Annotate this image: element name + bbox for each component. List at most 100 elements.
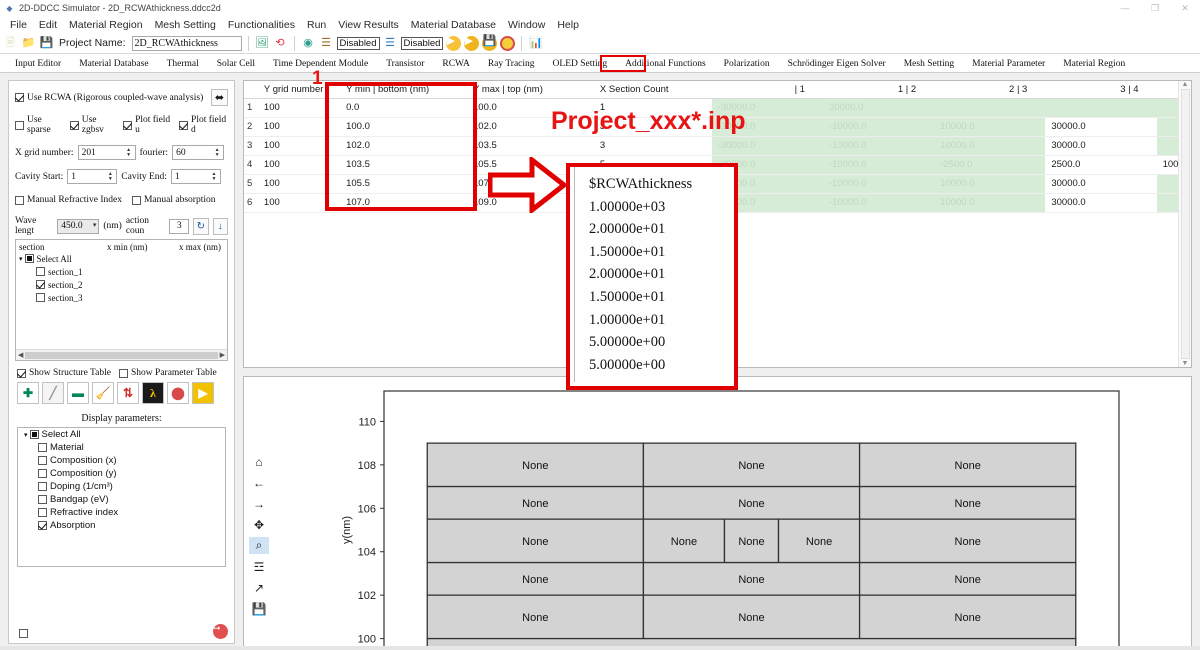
cavity-end-spinner[interactable]: ▲ ▼ <box>209 170 219 183</box>
tab-material-region[interactable]: Material Region <box>1054 57 1134 72</box>
table-cell[interactable]: 103.5 <box>343 155 471 175</box>
table-cell[interactable]: -30000.0 <box>711 117 823 137</box>
structure-icon[interactable]: ☰ <box>319 36 334 51</box>
table-cell[interactable]: 102.0 <box>343 136 471 156</box>
section-select-all-checkbox[interactable] <box>24 254 34 263</box>
home-button[interactable]: ⌂ <box>249 453 269 470</box>
run-icon[interactable]: ▶ <box>446 35 462 51</box>
tab-additional-functions[interactable]: Additional Functions <box>616 57 715 72</box>
stop-icon[interactable] <box>500 35 516 51</box>
table-row[interactable]: 2 100 100.0 102.0 3 -30000.0 -10000.0 10000.0 30… <box>244 117 1191 137</box>
table-cell[interactable]: 105.5 <box>343 174 471 194</box>
table-cell[interactable]: 30000.0 <box>1045 174 1157 194</box>
display-param-checkbox[interactable] <box>38 508 47 517</box>
x-grid-input[interactable]: 201 ▲ ▼ <box>77 145 136 160</box>
section-tree-item[interactable]: section_3 <box>16 291 227 304</box>
show-structure-table-checkbox[interactable] <box>17 368 26 378</box>
table-cell[interactable]: 100 <box>260 136 344 156</box>
table-header-cell[interactable]: 3 | 4 <box>1045 81 1157 99</box>
table-cell[interactable]: 100 <box>260 174 344 194</box>
close-icon[interactable]: ✕ <box>1170 0 1200 16</box>
refresh-icon[interactable]: ⟲ <box>273 36 288 51</box>
tab-ray-tracing[interactable]: Ray Tracing <box>479 57 544 72</box>
menu-item-mesh-setting[interactable]: Mesh Setting <box>149 19 222 31</box>
save-figure-button[interactable]: 💾 <box>249 600 269 617</box>
table-cell[interactable]: 30000.0 <box>822 98 935 118</box>
action-count-input[interactable]: 3 <box>169 218 190 234</box>
table-cell[interactable]: -10000.0 <box>822 155 935 175</box>
expand-collapse-icon[interactable]: ⬌ <box>211 89 228 106</box>
table-cell[interactable]: 0.0 <box>343 98 471 118</box>
edit-curves-button[interactable]: ↗ <box>249 579 269 596</box>
menu-item-material-database[interactable]: Material Database <box>405 19 502 31</box>
tab-oled-setting[interactable]: OLED Setting <box>544 57 617 72</box>
table-header-cell[interactable]: X Section Count <box>596 81 712 99</box>
tab-material-database[interactable]: Material Database <box>70 57 157 72</box>
section-tree-hscrollbar[interactable]: ◀ ▶ <box>16 349 227 360</box>
lambda-button[interactable]: λ <box>142 382 164 404</box>
plot-canvas[interactable]: None None None None None None None None None None… <box>274 379 1174 650</box>
use-sparse-checkbox[interactable] <box>15 120 24 130</box>
menu-item-run[interactable]: Run <box>301 19 332 31</box>
chevron-down-icon[interactable]: ▾ <box>24 431 28 439</box>
display-param-checkbox[interactable] <box>38 482 47 491</box>
menu-item-material-region[interactable]: Material Region <box>63 19 149 31</box>
table-row[interactable]: 1 100 0.0 100.0 1 -30000.0 30000.0 <box>244 98 1191 118</box>
table-header-cell[interactable]: Y max | top (nm) <box>470 81 597 99</box>
remove-row-button[interactable]: ▬ <box>67 382 89 404</box>
table-row[interactable]: 3 100 102.0 103.5 3 -30000.0 -10000.0 10000.0 30… <box>244 136 1191 156</box>
display-param-item[interactable]: Bandgap (eV) <box>18 493 225 506</box>
tab-input-editor[interactable]: Input Editor <box>6 57 70 72</box>
chart-icon[interactable]: 📊 <box>528 36 543 51</box>
table-cell[interactable]: 102.0 <box>470 117 597 137</box>
display-param-checkbox[interactable] <box>38 521 47 530</box>
table-cell[interactable]: -10000.0 <box>822 117 935 137</box>
table-cell[interactable]: 10000.0 <box>934 174 1046 194</box>
table-cell[interactable]: -10000.0 <box>822 174 935 194</box>
table-cell[interactable]: 100 <box>260 193 344 213</box>
reset-circular-arrow-icon[interactable]: ↻ <box>193 217 209 235</box>
table-header-cell[interactable]: Y grid number <box>260 81 344 99</box>
table-header-cell[interactable]: 2 | 3 <box>934 81 1046 99</box>
display-param-item[interactable]: Absorption <box>18 519 225 532</box>
scroll-up-icon[interactable]: ▲ <box>1182 81 1189 88</box>
fourier-input[interactable]: 60 ▲ ▼ <box>172 145 225 160</box>
add-row-button[interactable]: ✚ <box>17 382 39 404</box>
table-cell[interactable]: 30000.0 <box>1045 193 1157 213</box>
display-param-checkbox[interactable] <box>38 456 47 465</box>
display-param-item[interactable]: Refractive index <box>18 506 225 519</box>
project-name-input[interactable] <box>131 35 242 51</box>
download-arrow-icon[interactable]: ↓ <box>212 217 228 235</box>
back-button[interactable]: ← <box>249 474 269 491</box>
display-parameters-list[interactable]: ▾ Select All Material Composition (x) Comp… <box>17 427 226 567</box>
bottom-status-icon[interactable]: ➞ <box>213 624 228 639</box>
table-cell[interactable]: 103.5 <box>470 136 597 156</box>
section-checkbox[interactable] <box>36 293 45 302</box>
table-vscrollbar[interactable]: ▲ ▼ <box>1178 81 1191 367</box>
cavity-end-input[interactable]: 1 ▲ ▼ <box>170 169 221 184</box>
run-save-icon[interactable]: 💾 <box>482 35 498 51</box>
chevron-down-icon[interactable]: ▾ <box>19 255 23 263</box>
bottom-checkbox-row[interactable] <box>19 629 31 638</box>
table-cell[interactable]: 1 <box>596 98 712 118</box>
display-select-all-row[interactable]: ▾ Select All <box>18 428 225 441</box>
table-cell[interactable]: 10000.0 <box>934 193 1046 213</box>
show-parameter-table-checkbox[interactable] <box>119 368 129 378</box>
open-folder-icon[interactable]: 📁 <box>21 36 36 51</box>
minimize-icon[interactable]: — <box>1110 0 1140 16</box>
cavity-start-input[interactable]: 1 ▲ ▼ <box>67 169 118 184</box>
display-param-item[interactable]: Material <box>18 441 225 454</box>
scroll-left-icon[interactable]: ◀ <box>18 351 23 359</box>
table-cell[interactable]: -10000.0 <box>822 193 935 213</box>
disabled-status-2[interactable]: Disabled <box>400 36 444 50</box>
scroll-thumb[interactable] <box>25 351 218 359</box>
cavity-start-spinner[interactable]: ▲ ▼ <box>105 170 115 183</box>
table-header-cell[interactable]: | 1 <box>711 81 823 99</box>
plot-field-d-checkbox[interactable] <box>179 120 189 130</box>
disabled-status-1[interactable]: Disabled <box>336 36 380 50</box>
table-cell[interactable]: -10000.0 <box>822 136 935 156</box>
new-file-icon[interactable]: 🖹 <box>3 36 18 51</box>
tab-time-dependent-module[interactable]: Time Dependent Module <box>264 57 377 72</box>
table-cell[interactable]: -30000.0 <box>711 136 823 156</box>
display-param-item[interactable]: Composition (y) <box>18 467 225 480</box>
